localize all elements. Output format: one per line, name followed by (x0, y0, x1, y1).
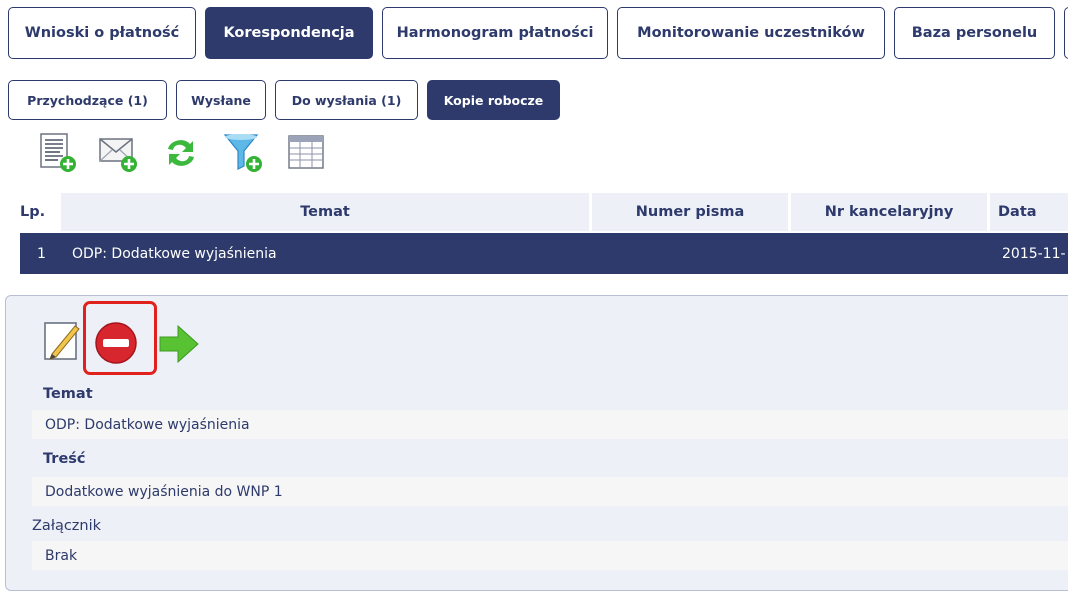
zalacznik-label: Załącznik (32, 518, 102, 534)
table-row[interactable]: 1 ODP: Dodatkowe wyjaśnienia 2015-11- (20, 233, 1068, 274)
column-header-temat[interactable]: Temat (61, 193, 589, 231)
edit-pencil-icon[interactable] (42, 320, 82, 362)
tresc-label: Treść (43, 451, 86, 467)
subtab-do-wyslania[interactable]: Do wysłania (1) (275, 80, 418, 120)
tab-monitorowanie-uczestnikow[interactable]: Monitorowanie uczestników (617, 7, 885, 59)
send-arrow-icon[interactable] (158, 322, 200, 366)
tab-harmonogram-platnosci[interactable]: Harmonogram płatności (382, 7, 608, 59)
tab-korespondencja[interactable]: Korespondencja (205, 7, 373, 59)
table-header: Lp. Temat Numer pisma Nr kancelaryjny Da… (20, 193, 1068, 231)
tab-more[interactable] (1064, 7, 1068, 59)
temat-value: ODP: Dodatkowe wyjaśnienia (32, 410, 1068, 439)
subtab-kopie-robocze[interactable]: Kopie robocze (427, 80, 560, 120)
subtab-przychodzace[interactable]: Przychodzące (1) (8, 80, 167, 120)
delete-highlight-frame (83, 301, 157, 375)
row-data: 2015-11- (1002, 245, 1066, 262)
column-header-numer-pisma[interactable]: Numer pisma (592, 193, 788, 231)
row-temat: ODP: Dodatkowe wyjaśnienia (72, 245, 277, 262)
temat-label: Temat (43, 386, 93, 402)
subtab-wyslane[interactable]: Wysłane (176, 80, 266, 120)
new-message-icon[interactable] (98, 132, 140, 174)
column-header-data[interactable]: Data (990, 193, 1068, 231)
column-header-lp[interactable]: Lp. (20, 193, 58, 231)
new-document-icon[interactable] (38, 132, 80, 174)
row-lp: 1 (37, 245, 46, 262)
tab-baza-personelu[interactable]: Baza personelu (894, 7, 1055, 59)
add-filter-icon[interactable] (222, 132, 264, 174)
column-header-nr-kancelaryjny[interactable]: Nr kancelaryjny (791, 193, 987, 231)
refresh-icon[interactable] (160, 132, 202, 174)
table-columns-icon[interactable] (286, 132, 328, 174)
zalacznik-value: Brak (32, 541, 1068, 570)
tab-wnioski-o-platnosc[interactable]: Wnioski o płatność (8, 7, 196, 59)
tresc-value: Dodatkowe wyjaśnienia do WNP 1 (32, 477, 1068, 506)
